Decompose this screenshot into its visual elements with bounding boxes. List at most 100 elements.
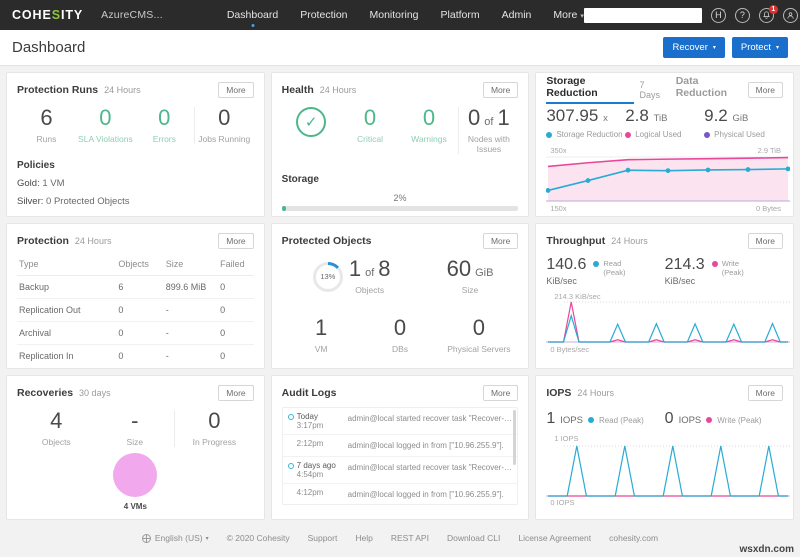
footer-link-license-agreement[interactable]: License Agreement — [518, 533, 591, 543]
audit-logs-list[interactable]: Today 3:17pm admin@local started recover… — [282, 407, 519, 505]
user-avatar-icon[interactable] — [783, 8, 798, 23]
storage-reduction-more-button[interactable]: More — [748, 82, 783, 98]
footer-link-cohesity-com[interactable]: cohesity.com — [609, 533, 658, 543]
audit-time: 4:54pm — [297, 470, 348, 479]
policies-more-link[interactable]: +1 More — [17, 215, 50, 217]
search-input[interactable] — [588, 10, 705, 20]
recoveries-more-button[interactable]: More — [218, 385, 253, 401]
stat-warnings-value: 0 — [400, 107, 459, 129]
tab-storage-reduction[interactable]: Storage Reduction — [546, 75, 633, 104]
protection-runs-more-button[interactable]: More — [218, 82, 253, 98]
protection-card: Protection 24 Hours More Type Objects Si… — [6, 223, 265, 369]
iops-write: 0 IOPS Write (Peak) — [665, 410, 783, 428]
cohesity-logo[interactable]: COHESITY — [8, 8, 83, 22]
physical-used-value: 9.2 — [704, 106, 728, 125]
throughput-period: 24 Hours — [611, 236, 648, 246]
watermark: wsxdn.com — [740, 544, 794, 555]
iops-more-button[interactable]: More — [748, 385, 783, 401]
health-more-button[interactable]: More — [483, 82, 518, 98]
health-storage-bar — [282, 206, 519, 211]
footer-link-help[interactable]: Help — [355, 533, 372, 543]
health-storage-percent: 2% — [282, 193, 519, 203]
helios-icon[interactable]: H ° — [711, 8, 726, 23]
stat-recovery-in-progress-value: 0 — [175, 410, 254, 432]
legend-physical-used: Physical Used — [704, 130, 783, 139]
recoveries-card: Recoveries 30 days More 4 Objects - Size… — [6, 375, 265, 520]
throughput-axis-bottom-label: 0 Bytes/sec — [550, 345, 589, 354]
nav-item-more[interactable]: More▾ — [553, 3, 583, 27]
audit-logs-scrollbar[interactable] — [513, 410, 516, 465]
size-value: 60 — [447, 258, 471, 280]
stat-physical-servers-label: Physical Servers — [439, 344, 518, 354]
brand-text-part1: COHE — [12, 8, 52, 22]
nav-item-platform[interactable]: Platform — [441, 3, 480, 27]
stat-errors-label: Errors — [135, 134, 194, 144]
nav-item-dashboard[interactable]: Dashboard — [227, 3, 278, 27]
legend-read: Read(Peak) — [593, 259, 625, 278]
footer-link-download-cli[interactable]: Download CLI — [447, 533, 500, 543]
audit-day: 7 days ago — [297, 461, 348, 470]
recover-button[interactable]: Recover ▾ — [663, 37, 724, 58]
objects-size: 60 GiB Size — [422, 258, 519, 295]
footer-link-support[interactable]: Support — [308, 533, 338, 543]
protected-objects-card: Protected Objects More 13% 1 of 8 Object… — [271, 223, 530, 369]
health-card: Health 24 Hours More ✓ 0 Critical 0 Warn… — [271, 72, 530, 217]
nav-item-protection[interactable]: Protection — [300, 3, 347, 27]
language-selector[interactable]: English (US) ▾ — [142, 533, 209, 543]
legend-dot-icon — [704, 132, 710, 138]
stat-runs-value: 6 — [17, 107, 76, 129]
throughput-title: Throughput — [546, 235, 605, 247]
health-storage-caption: 9.2 of 507.9 GiB — [282, 216, 519, 217]
protected-objects-breakdown: 1 VM 0 DBs 0 Physical Servers — [282, 317, 519, 354]
helios-badge-dot: ° — [723, 9, 725, 15]
cell-objects: 0 — [116, 299, 163, 322]
page-footer: English (US) ▾ © 2020 Cohesity Support H… — [0, 526, 800, 550]
nodes-total: 1 — [497, 107, 509, 129]
tab-data-reduction[interactable]: Data Reduction — [676, 75, 748, 104]
list-item[interactable]: 7 days ago 4:54pm admin@local started re… — [283, 457, 518, 484]
recoveries-stats: 4 Objects - Size 0 In Progress — [17, 410, 254, 447]
protection-title: Protection — [17, 235, 69, 247]
nav-item-admin[interactable]: Admin — [502, 3, 532, 27]
throughput-read-value: 140.6 — [546, 257, 586, 273]
table-row: Replication Out 0 - 0 — [17, 299, 254, 322]
throughput-write-value: 214.3 — [665, 257, 705, 273]
stat-critical-label: Critical — [341, 134, 400, 144]
audit-message: admin@local logged in from ["10.96.255.9… — [348, 488, 504, 501]
cell-size: - — [164, 322, 218, 345]
protection-more-button[interactable]: More — [218, 233, 253, 249]
list-item[interactable]: Today 3:17pm admin@local started recover… — [283, 408, 518, 435]
recoveries-bubble[interactable] — [113, 453, 157, 497]
footer-link-rest-api[interactable]: REST API — [391, 533, 429, 543]
stat-nodes-with-issues: 0 of 1 Nodes with Issues — [458, 107, 518, 154]
iops-read-unit: IOPS — [560, 415, 583, 426]
audit-day: Today — [297, 412, 348, 421]
cluster-selector[interactable]: AzureCMS... — [101, 9, 163, 21]
health-storage-bar-fill — [282, 206, 287, 211]
top-navbar: COHESITY AzureCMS... Dashboard Protectio… — [0, 0, 800, 30]
axis-top-right-label: 2.9 TiB — [758, 146, 781, 155]
throughput-more-button[interactable]: More — [748, 233, 783, 249]
stat-critical: 0 Critical — [341, 107, 400, 154]
list-item[interactable]: 2:12pm admin@local logged in from ["10.9… — [283, 435, 518, 457]
axis-bottom-left-label: 150x — [550, 204, 566, 213]
protect-button[interactable]: Protect ▾ — [732, 37, 788, 58]
global-search[interactable] — [584, 8, 702, 23]
audit-time: 2:12pm — [297, 439, 348, 448]
iops-write-unit: IOPS — [679, 415, 702, 426]
policy-row: Silver: 0 Protected Objects — [17, 196, 254, 207]
objects-label: Objects — [349, 285, 391, 295]
audit-logs-more-button[interactable]: More — [483, 385, 518, 401]
stat-dbs-value: 0 — [361, 317, 440, 339]
list-item[interactable]: 4:12pm admin@local logged in from ["10.9… — [283, 484, 518, 505]
help-icon[interactable]: ? — [735, 8, 750, 23]
throughput-read-unit: KiB/sec — [546, 276, 586, 286]
notifications-bell-icon[interactable]: 1 — [759, 8, 774, 23]
nodes-value: 0 — [468, 107, 480, 129]
nav-item-monitoring[interactable]: Monitoring — [370, 3, 419, 27]
donut-percent-label: 13% — [316, 265, 340, 289]
protected-objects-more-button[interactable]: More — [483, 233, 518, 249]
storage-reduction-unit: x — [603, 113, 608, 124]
health-status-ok: ✓ — [282, 107, 341, 154]
nav-label-more: More — [553, 9, 577, 21]
